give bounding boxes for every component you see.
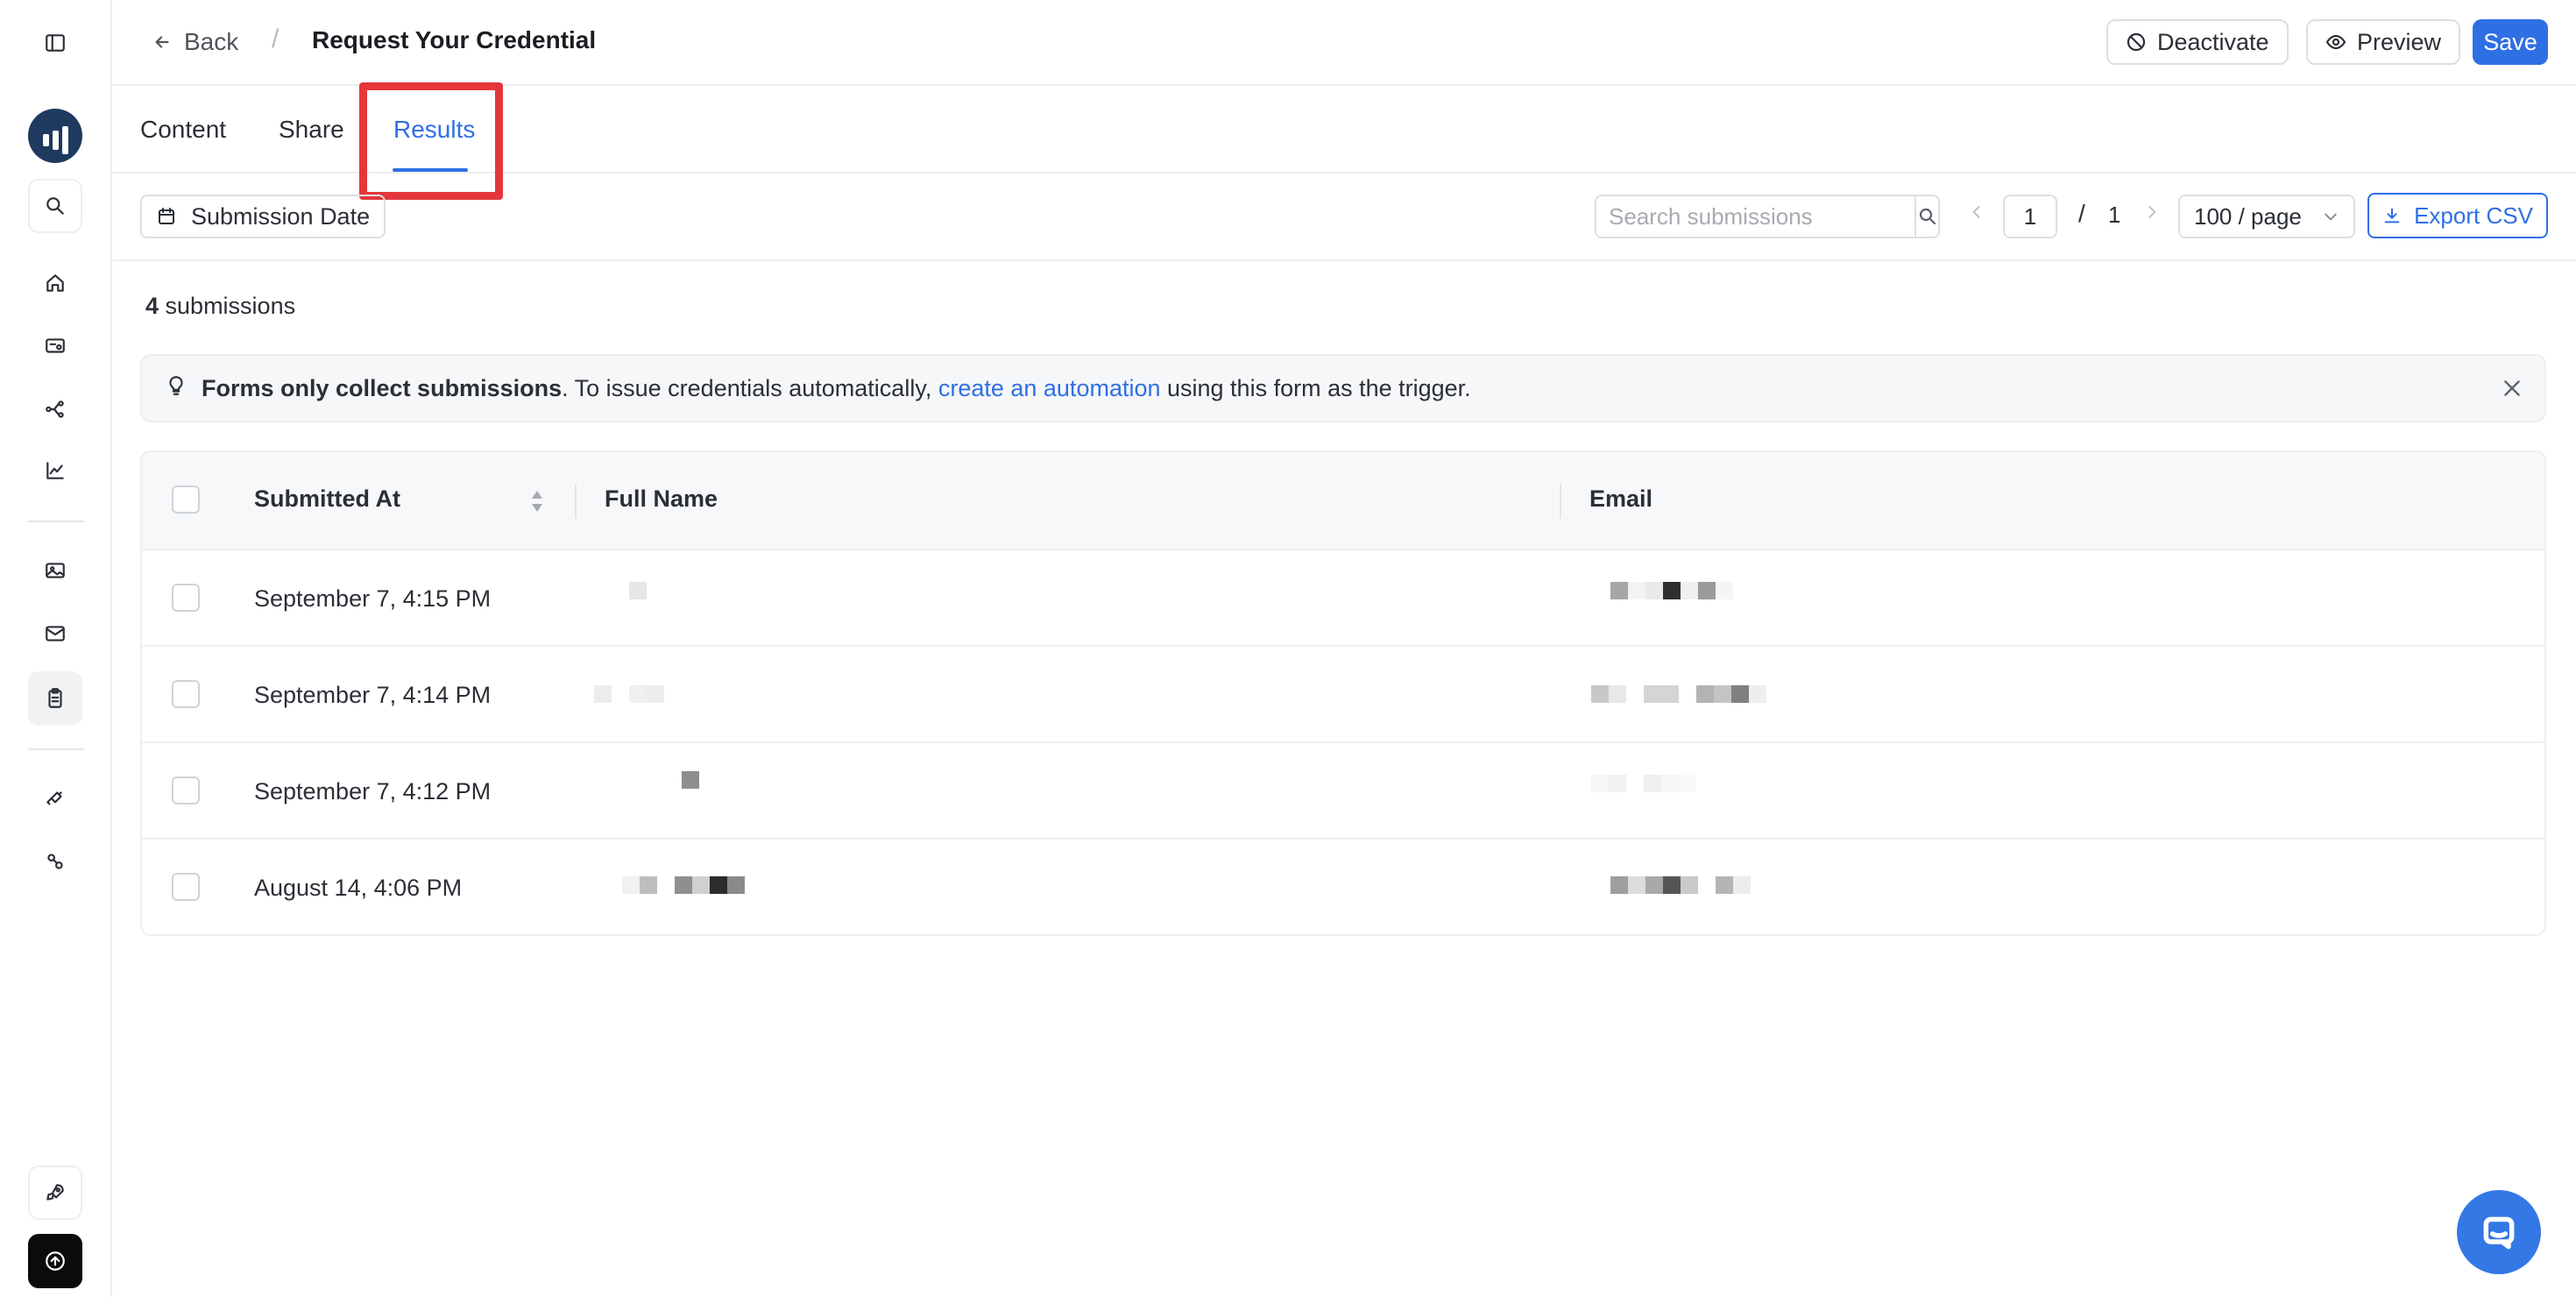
select-all-checkbox[interactable] (172, 485, 200, 514)
info-banner: Forms only collect submissions. To issue… (140, 354, 2546, 422)
redacted-full-name (594, 685, 664, 703)
column-header-email[interactable]: Email (1589, 485, 1652, 513)
submission-count: 4 submissions (145, 293, 295, 320)
per-page-select[interactable]: 100 / page (2178, 195, 2355, 238)
submitted-at-cell: September 7, 4:14 PM (254, 682, 492, 708)
active-tab-indicator (393, 168, 468, 172)
lightbulb-icon (165, 374, 202, 403)
ban-icon (2127, 32, 2146, 52)
page-number-input[interactable]: 1 (2003, 195, 2057, 238)
row-checkbox[interactable] (172, 584, 200, 612)
rocket-icon[interactable] (28, 1166, 82, 1220)
deactivate-label: Deactivate (2157, 28, 2269, 55)
eye-icon (2325, 34, 2346, 50)
arrow-left-icon (155, 36, 169, 48)
redacted-email (1591, 775, 1696, 792)
submitted-at-cell: September 7, 4:12 PM (254, 778, 492, 804)
tab-content[interactable]: Content (140, 116, 226, 144)
banner-text-after: using this form as the trigger. (1160, 374, 1471, 401)
search-box (1595, 195, 1940, 238)
calendar-icon (159, 208, 174, 224)
mail-icon[interactable] (28, 606, 82, 661)
back-label: Back (184, 28, 239, 55)
breadcrumb-separator: / (272, 25, 280, 53)
page-title: Request Your Credential (312, 26, 597, 53)
image-icon[interactable] (28, 543, 82, 598)
link-icon[interactable] (28, 834, 82, 889)
save-button[interactable]: Save (2473, 19, 2548, 65)
integration-icon[interactable] (28, 771, 82, 826)
chevron-right-icon (2148, 206, 2156, 218)
chevron-left-icon (1972, 206, 1980, 218)
chat-icon (2483, 1216, 2515, 1250)
export-csv-label: Export CSV (2414, 202, 2533, 229)
tab-results[interactable]: Results (393, 116, 475, 144)
prev-page-button[interactable] (1968, 203, 1987, 231)
submission-count-number: 4 (145, 293, 159, 319)
per-page-value: 100 / page (2194, 202, 2302, 230)
submitted-at-cell: September 7, 4:15 PM (254, 585, 492, 612)
upload-icon[interactable] (28, 1234, 82, 1288)
close-icon (2504, 380, 2520, 396)
app-logo[interactable] (28, 109, 82, 163)
chat-launcher-button[interactable] (2457, 1190, 2541, 1274)
redacted-full-name (629, 582, 647, 599)
table-row[interactable]: September 7, 4:12 PM (142, 743, 2544, 840)
redacted-full-name (622, 876, 745, 894)
back-button[interactable]: Back (152, 25, 238, 60)
credential-icon[interactable] (28, 319, 82, 373)
search-icon (1919, 208, 1936, 225)
row-checkbox[interactable] (172, 776, 200, 804)
search-input[interactable] (1596, 196, 1916, 237)
export-csv-button[interactable]: Export CSV (2367, 193, 2548, 238)
tab-share[interactable]: Share (279, 116, 344, 144)
redacted-email (1591, 685, 1766, 703)
chevron-down-icon (2325, 213, 2337, 221)
page-total: 1 (2108, 202, 2121, 228)
preview-button[interactable]: Preview (2306, 19, 2461, 65)
search-submit-button[interactable] (1916, 196, 1938, 237)
row-checkbox[interactable] (172, 680, 200, 708)
top-bar: Back / Request Your Credential Deactivat… (112, 0, 2576, 86)
submissions-table: Submitted At Full Name Email September 7… (140, 450, 2546, 936)
banner-bold-text: Forms only collect submissions (202, 374, 563, 401)
download-icon (2384, 208, 2400, 223)
submission-date-label: Submission Date (191, 202, 371, 230)
home-icon[interactable] (28, 256, 82, 310)
analytics-icon[interactable] (28, 443, 82, 498)
clipboard-icon[interactable] (28, 671, 82, 726)
banner-text: Forms only collect submissions. To issue… (202, 375, 1471, 402)
preview-label: Preview (2357, 28, 2442, 55)
next-page-button[interactable] (2143, 203, 2162, 231)
submission-date-filter[interactable]: Submission Date (140, 195, 386, 238)
left-rail (0, 0, 112, 1297)
sidebar-toggle-icon[interactable] (28, 16, 82, 70)
row-checkbox[interactable] (172, 873, 200, 901)
redacted-email (1610, 582, 1733, 599)
banner-text-before: . To issue credentials automatically, (562, 374, 938, 401)
column-header-submitted-at[interactable]: Submitted At (254, 485, 400, 513)
close-banner-button[interactable] (2501, 377, 2525, 401)
column-header-full-name[interactable]: Full Name (605, 485, 718, 513)
redacted-email (1610, 876, 1751, 894)
workflow-icon[interactable] (28, 382, 82, 436)
search-icon[interactable] (28, 179, 82, 233)
submission-count-suffix: submissions (159, 293, 296, 319)
deactivate-button[interactable]: Deactivate (2106, 19, 2289, 65)
table-header: Submitted At Full Name Email (142, 452, 2544, 550)
sort-icon[interactable] (529, 487, 545, 515)
create-automation-link[interactable]: create an automation (938, 375, 1161, 401)
redacted-full-name (682, 771, 699, 789)
table-row[interactable]: September 7, 4:15 PM (142, 550, 2544, 647)
page-separator: / (2078, 200, 2085, 227)
tab-bar: Content Share Results (112, 86, 2576, 174)
submitted-at-cell: August 14, 4:06 PM (254, 875, 463, 901)
results-toolbar: Submission Date 1 / 1 100 / page Export … (112, 174, 2576, 261)
table-row[interactable]: August 14, 4:06 PM (142, 840, 2544, 934)
table-row[interactable]: September 7, 4:14 PM (142, 647, 2544, 743)
